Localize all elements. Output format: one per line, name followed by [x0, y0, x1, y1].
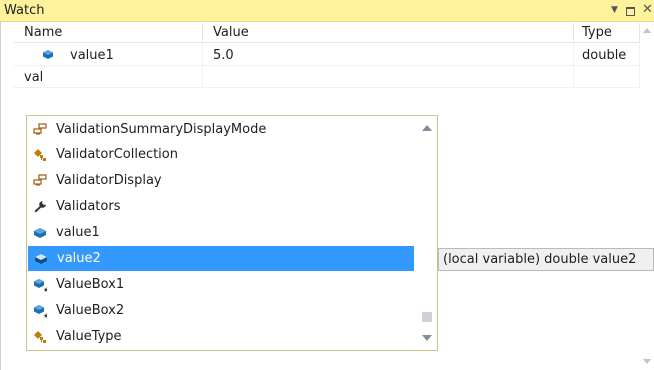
- watch-row-editing[interactable]: val: [14, 66, 640, 88]
- watch-window-titlebar: Watch ▼ ✕: [0, 0, 654, 22]
- local-variable-icon: [34, 228, 46, 238]
- close-icon[interactable]: ✕: [642, 2, 653, 17]
- intellisense-completion-list[interactable]: ValidationSummaryDisplayMode ValidatorCo…: [26, 115, 438, 351]
- column-header-name[interactable]: Name: [14, 23, 203, 43]
- completion-item[interactable]: ValidationSummaryDisplayMode: [27, 117, 415, 142]
- completion-item-label: ValueBox1: [56, 277, 125, 292]
- enum-icon: [33, 123, 47, 135]
- completion-item-label: ValueType: [56, 329, 122, 344]
- completion-item-label: ValidationSummaryDisplayMode: [56, 122, 267, 137]
- column-header-value[interactable]: Value: [203, 23, 574, 43]
- watch-vertical-scrollbar[interactable]: [640, 22, 654, 370]
- watch-name-input[interactable]: val: [14, 66, 203, 88]
- window-title: Watch: [4, 3, 45, 18]
- watch-name-text: value1: [70, 48, 114, 63]
- completion-item[interactable]: ★ ValueBox1: [27, 272, 415, 297]
- quick-info-tooltip: (local variable) double value2: [438, 248, 654, 271]
- scroll-up-arrow-icon[interactable]: [422, 125, 432, 131]
- completion-item[interactable]: value1: [27, 220, 415, 245]
- local-variable-icon: [35, 254, 47, 264]
- completion-item[interactable]: ValidatorDisplay: [27, 168, 415, 193]
- completion-item[interactable]: Validators: [27, 194, 415, 219]
- class-icon: [34, 331, 46, 343]
- completion-item-label: ValidatorCollection: [56, 147, 178, 162]
- scrollbar-thumb[interactable]: [422, 312, 432, 322]
- watch-value-cell[interactable]: 5.0: [203, 44, 574, 66]
- completion-list-scrollbar[interactable]: [417, 116, 437, 350]
- completion-item-label: Validators: [56, 199, 121, 214]
- enum-icon: [33, 174, 47, 186]
- column-header-type[interactable]: Type: [574, 23, 640, 43]
- completion-item[interactable]: ★ ValueBox2: [27, 298, 415, 323]
- local-variable-icon: [43, 50, 53, 59]
- maximize-icon[interactable]: [626, 7, 635, 16]
- class-icon: [34, 149, 46, 161]
- watch-type-cell: double: [574, 44, 640, 66]
- scroll-down-arrow-icon[interactable]: [422, 335, 432, 341]
- completion-item[interactable]: ValidatorCollection: [27, 142, 415, 167]
- scroll-down-arrow-icon[interactable]: [643, 359, 651, 364]
- svg-text:★: ★: [43, 286, 47, 292]
- watch-name-cell[interactable]: value1: [14, 44, 203, 66]
- completion-item-label: ValueBox2: [56, 303, 125, 318]
- svg-text:★: ★: [43, 312, 47, 318]
- completion-item-selected[interactable]: value2: [28, 246, 414, 271]
- watch-value-cell: [203, 66, 574, 88]
- field-icon: ★: [34, 279, 47, 292]
- watch-type-cell: [574, 66, 640, 88]
- completion-item[interactable]: ValueType: [27, 324, 415, 349]
- scroll-up-arrow-icon[interactable]: [643, 28, 651, 33]
- watch-row[interactable]: value1 5.0 double: [14, 44, 640, 66]
- field-icon: ★: [34, 305, 47, 318]
- completion-item-label: value1: [56, 225, 100, 240]
- completion-item-label: value2: [57, 251, 101, 266]
- completion-item-label: ValidatorDisplay: [56, 173, 162, 188]
- window-position-dropdown-icon[interactable]: ▼: [611, 5, 618, 15]
- wrench-property-icon: [34, 201, 46, 213]
